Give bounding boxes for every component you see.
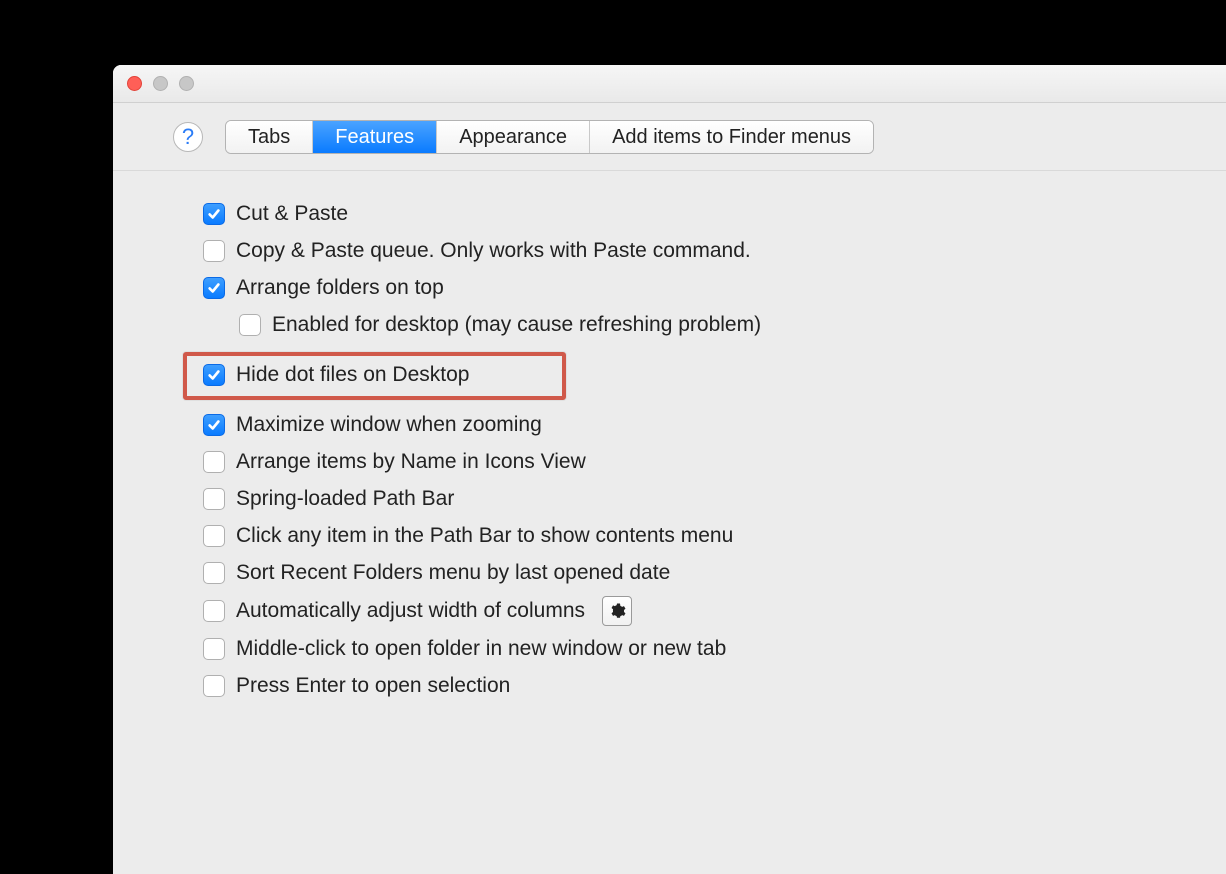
option-label: Maximize window when zooming [236, 411, 542, 439]
gear-icon [608, 602, 626, 620]
preferences-window: ? Tabs Features Appearance Add items to … [113, 65, 1226, 874]
option-label: Copy & Paste queue. Only works with Past… [236, 237, 751, 265]
option-auto-adjust-column-width: Automatically adjust width of columns [203, 596, 1176, 626]
option-arrange-folders-on-top: Arrange folders on top [203, 274, 1176, 302]
option-label: Middle-click to open folder in new windo… [236, 635, 726, 663]
option-maximize-window-zoom: Maximize window when zooming [203, 411, 1176, 439]
option-sort-recent-folders: Sort Recent Folders menu by last opened … [203, 559, 1176, 587]
option-label: Cut & Paste [236, 200, 348, 228]
option-label: Spring-loaded Path Bar [236, 485, 454, 513]
checkbox-arrange-folders-on-top[interactable] [203, 277, 225, 299]
checkbox-cut-paste[interactable] [203, 203, 225, 225]
help-icon: ? [182, 124, 194, 150]
features-pane: Cut & Paste Copy & Paste queue. Only wor… [113, 171, 1226, 729]
tab-features[interactable]: Features [313, 121, 437, 153]
close-window-button[interactable] [127, 76, 142, 91]
help-button[interactable]: ? [173, 122, 203, 152]
checkbox-enabled-for-desktop[interactable] [239, 314, 261, 336]
option-label: Hide dot files on Desktop [236, 361, 469, 389]
checkbox-arrange-by-name[interactable] [203, 451, 225, 473]
option-enabled-for-desktop: Enabled for desktop (may cause refreshin… [239, 311, 1176, 339]
option-spring-loaded-path-bar: Spring-loaded Path Bar [203, 485, 1176, 513]
option-enter-open-selection: Press Enter to open selection [203, 672, 1176, 700]
option-pathbar-contents-menu: Click any item in the Path Bar to show c… [203, 522, 1176, 550]
option-label: Automatically adjust width of columns [236, 597, 585, 625]
option-middle-click-open: Middle-click to open folder in new windo… [203, 635, 1176, 663]
option-label: Arrange items by Name in Icons View [236, 448, 586, 476]
option-label: Sort Recent Folders menu by last opened … [236, 559, 670, 587]
checkbox-copy-paste-queue[interactable] [203, 240, 225, 262]
option-arrange-by-name: Arrange items by Name in Icons View [203, 448, 1176, 476]
zoom-window-button[interactable] [179, 76, 194, 91]
option-label: Press Enter to open selection [236, 672, 510, 700]
minimize-window-button[interactable] [153, 76, 168, 91]
tab-bar: Tabs Features Appearance Add items to Fi… [225, 120, 874, 154]
option-label: Click any item in the Path Bar to show c… [236, 522, 733, 550]
checkbox-auto-adjust-column-width[interactable] [203, 600, 225, 622]
toolbar: ? Tabs Features Appearance Add items to … [113, 103, 1226, 171]
checkbox-middle-click-open[interactable] [203, 638, 225, 660]
checkbox-sort-recent-folders[interactable] [203, 562, 225, 584]
tab-tabs[interactable]: Tabs [226, 121, 313, 153]
titlebar [113, 65, 1226, 103]
option-cut-paste: Cut & Paste [203, 200, 1176, 228]
checkbox-pathbar-contents-menu[interactable] [203, 525, 225, 547]
option-label: Enabled for desktop (may cause refreshin… [272, 311, 761, 339]
tab-add-items-to-finder-menus[interactable]: Add items to Finder menus [590, 121, 873, 153]
checkbox-hide-dot-files[interactable] [203, 364, 225, 386]
option-copy-paste-queue: Copy & Paste queue. Only works with Past… [203, 237, 1176, 265]
checkbox-spring-loaded-path-bar[interactable] [203, 488, 225, 510]
checkbox-enter-open-selection[interactable] [203, 675, 225, 697]
column-width-settings-button[interactable] [602, 596, 632, 626]
option-label: Arrange folders on top [236, 274, 444, 302]
option-hide-dot-files: Hide dot files on Desktop [203, 361, 1176, 389]
tab-appearance[interactable]: Appearance [437, 121, 590, 153]
checkbox-maximize-window-zoom[interactable] [203, 414, 225, 436]
